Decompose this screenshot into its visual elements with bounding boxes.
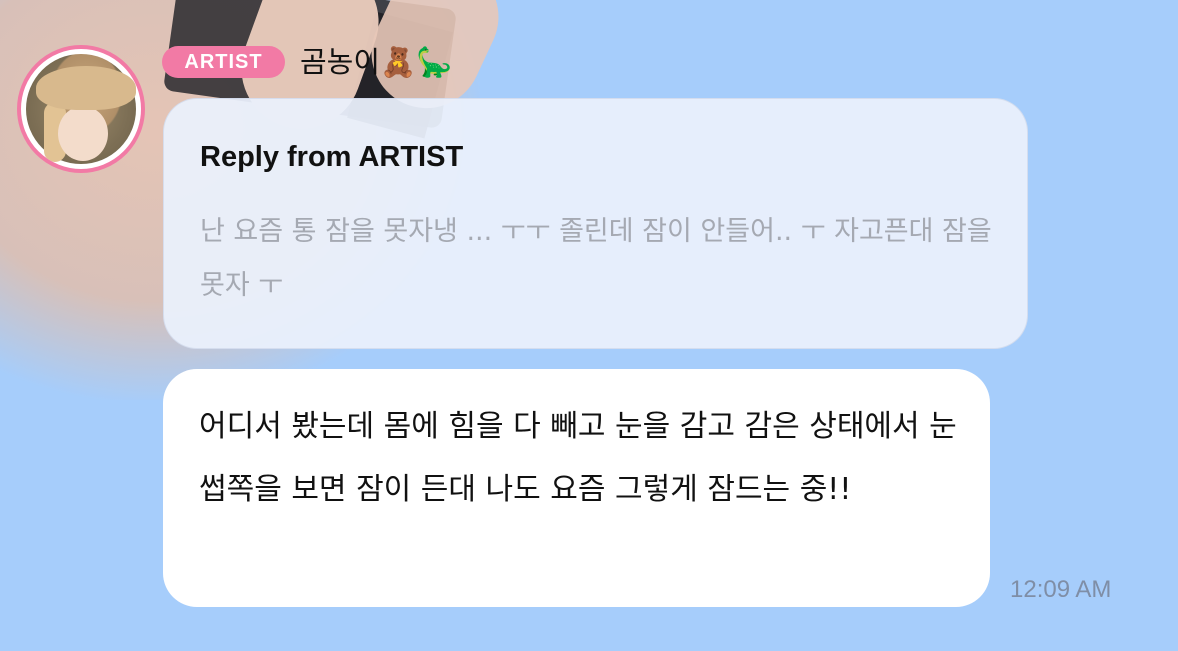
artist-badge: ARTIST [162,46,285,78]
reply-quote-bubble[interactable]: Reply from ARTIST 난 요즘 통 잠을 못자냉 ... ㅜㅜ 졸… [163,98,1028,349]
reply-title: Reply from ARTIST [200,141,464,173]
message-timestamp: 12:09 AM [1010,576,1112,603]
avatar[interactable] [17,45,145,173]
message-bubble[interactable]: 어디서 봤는데 몸에 힘을 다 빼고 눈을 감고 감은 상태에서 눈썹쪽을 보면… [163,369,990,607]
message-text: 어디서 봤는데 몸에 힘을 다 빼고 눈을 감고 감은 상태에서 눈썹쪽을 보면… [199,409,957,507]
sender-nickname: 곰농이🧸🦕 [300,45,453,79]
quoted-message-text: 난 요즘 통 잠을 못자냉 ... ㅜㅜ 졸린데 잠이 안들어.. ㅜ 자고픈대… [200,216,992,301]
